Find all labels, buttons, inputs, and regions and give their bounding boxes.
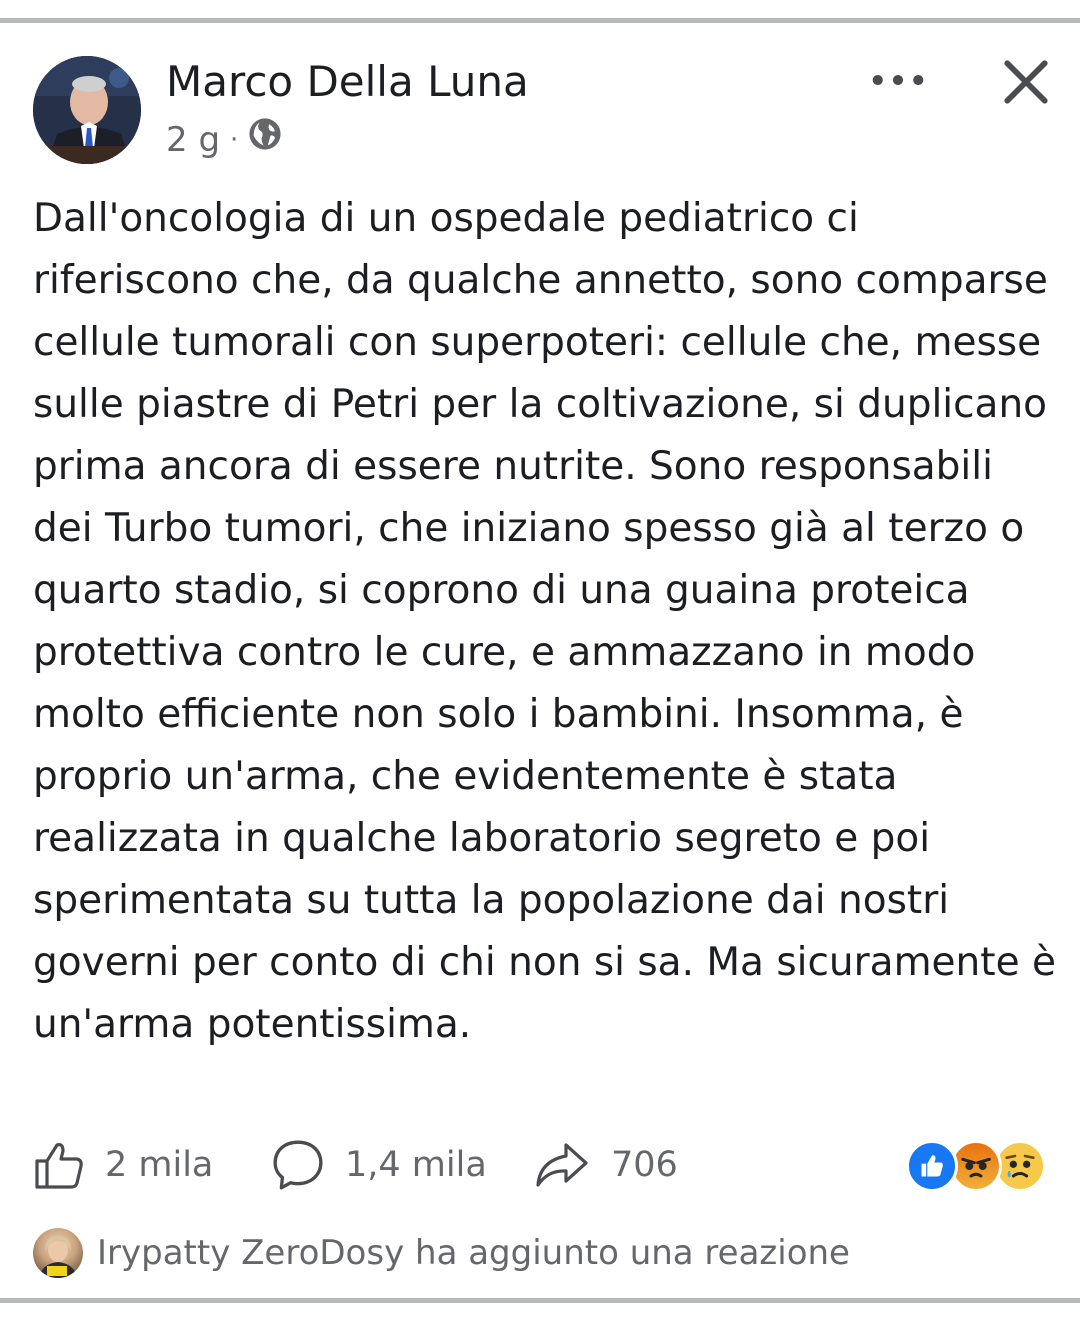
activity-text: Irypatty ZeroDosy ha aggiunto una reazio… <box>97 1233 850 1273</box>
reaction-activity[interactable]: Irypatty ZeroDosy ha aggiunto una reazio… <box>33 1225 1053 1281</box>
author-avatar[interactable] <box>33 56 141 164</box>
like-reaction-icon <box>906 1140 958 1192</box>
reactor-name[interactable]: Irypatty ZeroDosy <box>97 1233 404 1273</box>
more-options-button[interactable] <box>866 58 930 102</box>
reaction-summary[interactable] <box>906 1140 1046 1192</box>
post-actions: 2 mila 1,4 mila 706 <box>33 1135 1053 1195</box>
bottom-divider <box>0 1298 1080 1303</box>
share-icon <box>536 1143 588 1187</box>
reactor-avatar[interactable] <box>33 1228 83 1278</box>
author-name[interactable]: Marco Della Luna <box>166 54 529 110</box>
activity-action: ha aggiunto una reazione <box>415 1233 850 1273</box>
post-time[interactable]: 2 g <box>166 116 220 164</box>
close-button[interactable] <box>996 52 1056 112</box>
share-button[interactable]: 706 <box>533 1135 678 1195</box>
post-body: Dall'oncologia di un ospedale pediatrico… <box>33 196 1056 1047</box>
like-button[interactable]: 2 mila <box>33 1135 213 1195</box>
post-meta: 2 g · <box>166 116 282 164</box>
close-icon <box>1004 60 1048 104</box>
meta-separator: · <box>230 125 239 155</box>
share-count: 706 <box>611 1145 678 1185</box>
top-divider <box>0 18 1080 23</box>
comment-button[interactable]: 1,4 mila <box>271 1135 487 1195</box>
comment-count: 1,4 mila <box>345 1145 487 1185</box>
comment-icon <box>273 1140 323 1190</box>
more-options-icon <box>872 74 924 86</box>
thumbs-up-icon <box>35 1143 83 1189</box>
like-count: 2 mila <box>105 1145 214 1185</box>
globe-icon <box>248 116 282 164</box>
author-photo <box>33 56 141 164</box>
